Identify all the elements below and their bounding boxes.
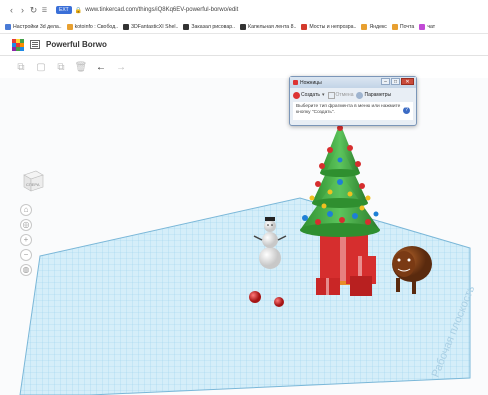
site-menu-icon[interactable]: ☰ bbox=[39, 3, 50, 17]
bookmark-item[interactable]: Яндекс bbox=[361, 23, 387, 30]
grid-plane[interactable] bbox=[19, 197, 471, 395]
bookmark-label: Почта bbox=[399, 23, 415, 30]
zoom-in-icon[interactable]: + bbox=[20, 234, 32, 246]
cancel-snip-button[interactable]: Отмена bbox=[327, 91, 354, 99]
bookmark-item[interactable]: Заказал рисовар.. bbox=[183, 23, 236, 30]
maximize-button[interactable]: □ bbox=[391, 78, 400, 85]
address-bar[interactable]: www.tinkercad.com/things/iQ8Kq6EV-powerf… bbox=[85, 7, 238, 13]
gift-box[interactable] bbox=[350, 276, 372, 296]
bookmark-label: чат bbox=[427, 23, 436, 30]
bookmark-label: kotoinfo : Свобод.. bbox=[74, 23, 119, 30]
scissors-icon bbox=[293, 80, 298, 85]
edit-toolbar: ⧉ ▢ ⧉ 🗑 ← → bbox=[0, 56, 488, 78]
snip-toolbar: Создать ▾ Отмена Параметры bbox=[290, 88, 416, 102]
zoom-out-icon[interactable]: − bbox=[20, 249, 32, 261]
reload-icon[interactable]: ↻ bbox=[28, 3, 39, 17]
chevron-down-icon[interactable]: ▾ bbox=[322, 92, 325, 98]
view-cube[interactable]: СПЕРА bbox=[20, 168, 46, 194]
bookmark-item[interactable]: чат bbox=[419, 23, 436, 30]
bookmark-icon bbox=[391, 23, 398, 30]
tinkercad-logo[interactable] bbox=[12, 38, 24, 51]
bookmark-item[interactable]: Капельная лента 8.. bbox=[240, 23, 297, 30]
ornament-ball[interactable] bbox=[274, 297, 284, 307]
bookmark-icon bbox=[419, 23, 426, 30]
snipping-tool-window[interactable]: Ножницы – □ ✕ Создать ▾ Отмена Параметры bbox=[289, 76, 417, 126]
bookmark-item[interactable]: Настройки 3d дела.. bbox=[5, 23, 62, 30]
bookmark-icon bbox=[5, 23, 11, 30]
design-menu-icon[interactable] bbox=[30, 40, 40, 49]
options-button[interactable]: Параметры bbox=[356, 91, 392, 99]
bookmark-label: 3DFantasticXI Shel.. bbox=[131, 23, 179, 30]
bookmark-label: Настройки 3d дела.. bbox=[13, 23, 62, 30]
view-cube-label: СПЕРА bbox=[26, 182, 40, 187]
duplicate-icon[interactable]: ⧉ bbox=[52, 59, 70, 75]
browser-toolbar: ‹ › ↻ ☰ EXT 🔒 www.tinkercad.com/things/i… bbox=[0, 0, 488, 20]
new-snip-label: Создать bbox=[301, 92, 321, 98]
close-button[interactable]: ✕ bbox=[401, 78, 414, 85]
design-title[interactable]: Powerful Borwo bbox=[46, 40, 107, 49]
page: { "browser": { "url": "www.tinkercad.com… bbox=[0, 0, 488, 395]
home-view-icon[interactable]: ⌂ bbox=[20, 204, 32, 216]
minimize-button[interactable]: – bbox=[381, 78, 390, 85]
ornament-ball[interactable] bbox=[249, 291, 261, 303]
bookmark-label: Мосты и непрозра.. bbox=[309, 23, 357, 30]
options-label: Параметры bbox=[364, 92, 392, 98]
bookmark-icon bbox=[361, 23, 368, 30]
snip-message: Выберите тип фрагмента в меню или нажмит… bbox=[293, 102, 413, 120]
bookmarks-bar: Настройки 3d дела.. kotoinfo : Свобод.. 3D… bbox=[0, 20, 488, 34]
app-header: Powerful Borwo bbox=[0, 34, 488, 56]
options-icon bbox=[356, 91, 364, 99]
new-snip-button[interactable]: Создать ▾ bbox=[293, 91, 325, 99]
ortho-view-icon[interactable]: ◍ bbox=[20, 264, 32, 276]
bookmark-item[interactable]: kotoinfo : Свобод.. bbox=[66, 23, 119, 30]
snip-titlebar[interactable]: Ножницы – □ ✕ bbox=[290, 77, 416, 88]
copy-icon[interactable]: ⧉ bbox=[12, 59, 30, 75]
bookmark-icon bbox=[240, 23, 247, 30]
lock-icon: 🔒 bbox=[74, 7, 83, 14]
security-badge: EXT bbox=[56, 6, 72, 14]
bookmark-label: Капельная лента 8.. bbox=[248, 23, 297, 30]
redo-icon[interactable]: → bbox=[112, 59, 130, 75]
paste-icon[interactable]: ▢ bbox=[32, 59, 50, 75]
forward-icon[interactable]: › bbox=[17, 3, 28, 17]
bookmark-label: Яндекс bbox=[369, 23, 387, 30]
delete-icon[interactable]: 🗑 bbox=[72, 59, 90, 75]
bookmark-label: Заказал рисовар.. bbox=[191, 23, 236, 30]
bookmark-item[interactable]: 3DFantasticXI Shel.. bbox=[123, 23, 179, 30]
cancel-label: Отмена bbox=[335, 92, 354, 98]
bookmark-item[interactable]: Почта bbox=[391, 23, 415, 30]
snip-message-text: Выберите тип фрагмента в меню или нажмит… bbox=[296, 104, 401, 115]
snip-title: Ножницы bbox=[300, 79, 322, 86]
bookmark-item[interactable]: Мосты и непрозра.. bbox=[301, 23, 357, 30]
bookmark-icon bbox=[66, 23, 73, 30]
cancel-icon bbox=[327, 91, 335, 99]
bookmark-icon bbox=[183, 23, 190, 30]
new-snip-icon bbox=[293, 91, 300, 99]
help-icon[interactable]: ? bbox=[403, 107, 410, 114]
back-icon[interactable]: ‹ bbox=[6, 3, 17, 17]
bookmark-icon bbox=[301, 23, 308, 30]
bookmark-icon bbox=[123, 23, 130, 30]
fit-view-icon[interactable]: ◎ bbox=[20, 219, 32, 231]
undo-icon[interactable]: ← bbox=[92, 59, 110, 75]
